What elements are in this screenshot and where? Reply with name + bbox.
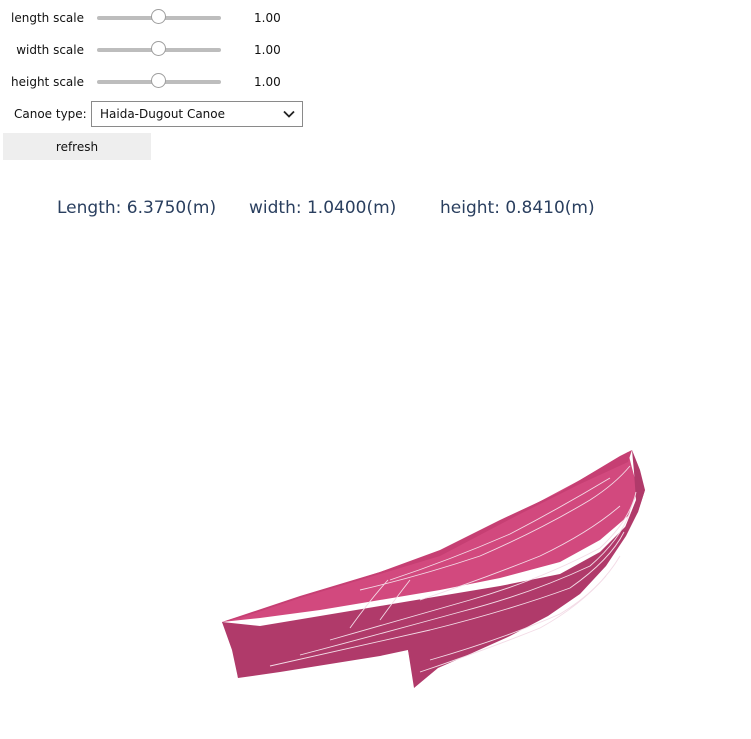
- length-scale-slider[interactable]: [97, 8, 221, 28]
- refresh-button[interactable]: refresh: [3, 133, 151, 160]
- canoe-type-select[interactable]: Haida-Dugout Canoe: [91, 101, 303, 127]
- slider-thumb[interactable]: [151, 73, 166, 88]
- height-scale-value: 1.00: [254, 75, 281, 89]
- hull-stern-face: [222, 622, 240, 678]
- slider-thumb[interactable]: [151, 41, 166, 56]
- chevron-down-icon: [283, 110, 295, 118]
- length-scale-value: 1.00: [254, 11, 281, 25]
- length-scale-label: length scale: [11, 11, 84, 25]
- canoe-3d-viewer[interactable]: [0, 230, 751, 739]
- width-scale-value: 1.00: [254, 43, 281, 57]
- width-scale-slider[interactable]: [97, 40, 221, 60]
- slider-thumb[interactable]: [151, 9, 166, 24]
- width-readout: width: 1.0400(m): [249, 198, 397, 218]
- canoe-type-selected-value: Haida-Dugout Canoe: [100, 107, 226, 121]
- height-scale-row: height scale 1.00: [0, 70, 281, 94]
- width-scale-label: width scale: [16, 43, 84, 57]
- length-readout: Length: 6.3750(m): [57, 198, 217, 218]
- height-scale-slider[interactable]: [97, 72, 221, 92]
- canoe-type-label: Canoe type:: [14, 107, 87, 121]
- height-scale-label: height scale: [11, 75, 84, 89]
- width-scale-row: width scale 1.00: [0, 38, 281, 62]
- height-readout: height: 0.8410(m): [440, 198, 595, 218]
- length-scale-row: length scale 1.00: [0, 6, 281, 30]
